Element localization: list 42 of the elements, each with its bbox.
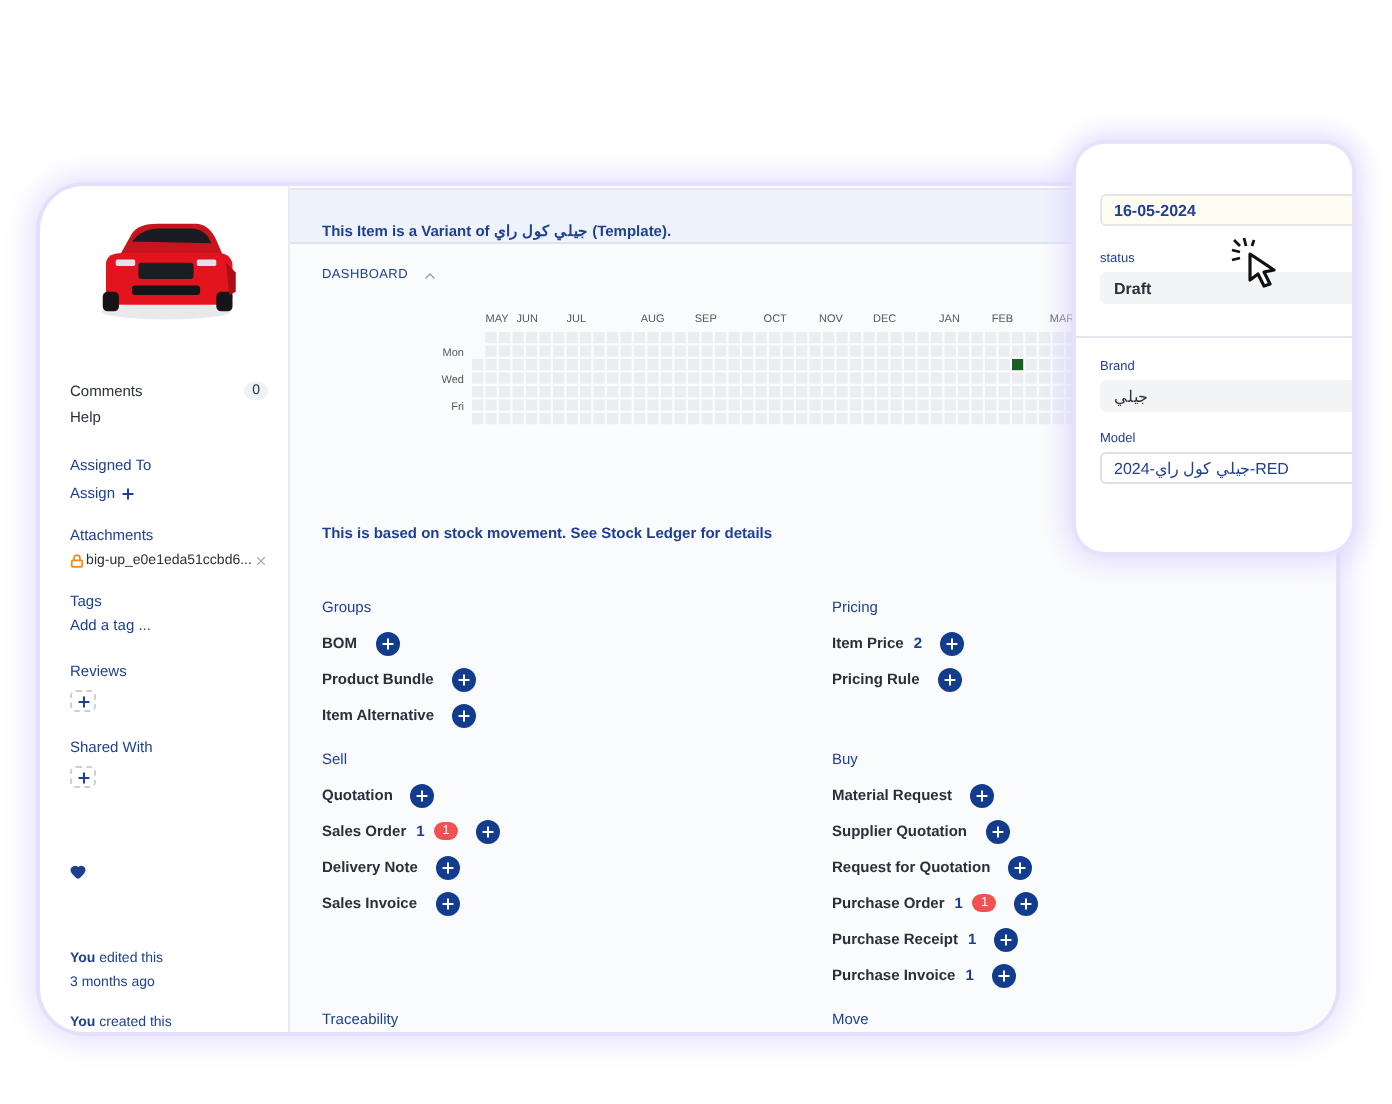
status-select[interactable]: Draft	[1100, 272, 1352, 304]
plus-icon	[989, 823, 1005, 839]
plus-icon	[479, 823, 496, 839]
plus-icon	[974, 787, 991, 803]
pointer-icon	[1230, 236, 1282, 288]
plus-icon	[75, 769, 91, 786]
plus-icon	[439, 859, 456, 875]
plus-icon	[414, 787, 431, 803]
add-button[interactable]	[991, 963, 1016, 987]
plus-icon	[456, 707, 472, 723]
plus-icon	[439, 895, 456, 911]
brand-field[interactable]: جيلي	[1100, 380, 1352, 412]
plus-icon	[995, 967, 1012, 983]
add-button[interactable]	[1008, 855, 1033, 879]
add-button[interactable]	[452, 703, 476, 727]
plus-icon	[75, 693, 91, 710]
add-button[interactable]	[435, 855, 460, 879]
plus-icon	[379, 635, 395, 651]
add-review-button[interactable]	[70, 690, 96, 713]
add-button[interactable]	[994, 927, 1019, 951]
add-button[interactable]	[475, 819, 500, 843]
add-button[interactable]	[435, 891, 460, 915]
model-field[interactable]: جيلي كول راي-2024-RED	[1100, 452, 1352, 484]
add-button[interactable]	[410, 783, 435, 807]
share-button[interactable]	[70, 766, 96, 788]
add-button[interactable]	[937, 667, 962, 691]
add-button[interactable]	[970, 783, 995, 807]
add-button[interactable]	[1014, 891, 1039, 915]
plus-icon	[1012, 859, 1029, 875]
plus-icon	[1018, 895, 1035, 911]
add-button[interactable]	[375, 631, 399, 655]
plus-icon	[455, 671, 472, 687]
lock-icon	[70, 554, 84, 569]
plus-icon	[944, 635, 961, 651]
plus-icon	[119, 485, 136, 502]
add-button[interactable]	[451, 667, 476, 691]
add-button[interactable]	[985, 819, 1009, 843]
plus-icon	[941, 671, 958, 687]
date-field[interactable]: 16-05-2024	[1100, 194, 1352, 226]
add-button[interactable]	[940, 631, 965, 655]
plus-icon	[998, 931, 1015, 947]
heart-icon[interactable]	[70, 864, 86, 880]
